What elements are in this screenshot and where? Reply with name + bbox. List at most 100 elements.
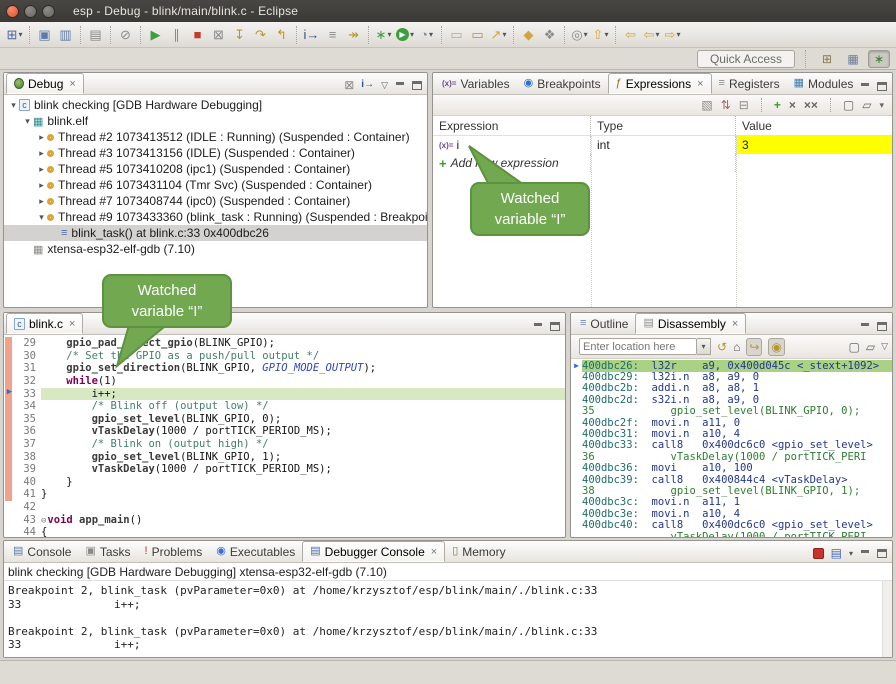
- annotation-ruler[interactable]: [4, 501, 15, 514]
- editor-minimize-icon[interactable]: [533, 322, 543, 331]
- tab-debugger-console[interactable]: ▤Debugger Console×: [302, 541, 445, 562]
- step-into-button[interactable]: ↧: [229, 24, 250, 45]
- pin-view-icon[interactable]: ▱: [862, 98, 871, 112]
- open-project-button[interactable]: ▭: [467, 24, 488, 45]
- annotation-ruler[interactable]: [4, 425, 15, 438]
- window-minimize-button[interactable]: [24, 5, 37, 18]
- instruction-stepping-icon[interactable]: i→: [361, 80, 374, 90]
- refresh-icon[interactable]: ↺: [717, 340, 727, 354]
- show-source-button[interactable]: ≡: [322, 24, 343, 45]
- step-over-button[interactable]: ↷: [250, 24, 271, 45]
- tab-disassembly[interactable]: ▤Disassembly×: [635, 313, 746, 334]
- tree-twisty-icon[interactable]: ▾: [8, 100, 19, 111]
- tab-executables[interactable]: ◉Executables: [209, 541, 302, 562]
- flash-dropdown-icon[interactable]: ▾: [502, 30, 506, 39]
- home-icon[interactable]: ⌂: [733, 340, 740, 354]
- annotation-ruler[interactable]: [4, 400, 15, 413]
- expr-maximize-icon[interactable]: [877, 82, 887, 91]
- step-return-button[interactable]: ↰: [271, 24, 292, 45]
- tab-outline[interactable]: ≡Outline: [573, 313, 635, 334]
- tab-breakpoints[interactable]: ◉Breakpoints: [517, 73, 608, 94]
- forward-button[interactable]: ⇨▾: [662, 24, 683, 45]
- remove-all-terminated-icon[interactable]: ⊠: [344, 79, 354, 91]
- save-all-button[interactable]: ▥: [55, 24, 76, 45]
- tab-close-icon[interactable]: ×: [431, 546, 437, 558]
- annotation-ruler[interactable]: [4, 450, 15, 463]
- resume-button[interactable]: ▶: [145, 24, 166, 45]
- tab-problems[interactable]: !Problems: [138, 541, 210, 562]
- debug-tree-item[interactable]: ▾Thread #9 1073433360 (blink_task : Runn…: [4, 209, 427, 225]
- view-menu-icon[interactable]: ▽: [381, 81, 388, 90]
- tab-blink-c-close-icon[interactable]: ×: [69, 318, 75, 330]
- disasm-new-view-icon[interactable]: ▢: [849, 340, 860, 354]
- fold-marker-icon[interactable]: ⊖: [41, 516, 46, 526]
- debug-dropdown-icon[interactable]: ▾: [387, 30, 391, 39]
- debug-tree-item[interactable]: ▸Thread #7 1073408744 (ipc0) (Suspended …: [4, 193, 427, 209]
- annotation-ruler[interactable]: [4, 350, 15, 363]
- console-maximize-icon[interactable]: [877, 549, 887, 558]
- skip-all-breakpoints-button[interactable]: ⊘: [115, 24, 136, 45]
- debug-tree-item[interactable]: ≡blink_task() at blink.c:33 0x400dbc26: [4, 225, 427, 241]
- back-to-last-button[interactable]: ⇦: [620, 24, 641, 45]
- tree-twisty-icon[interactable]: ▸: [36, 180, 47, 191]
- disasm-minimize-icon[interactable]: [860, 322, 870, 331]
- debug-tree-item[interactable]: ▸Thread #3 1073413156 (IDLE) (Suspended …: [4, 145, 427, 161]
- annotation-ruler[interactable]: [4, 438, 15, 451]
- debug-button[interactable]: ∗▾: [373, 24, 394, 45]
- flash-button[interactable]: ↗▾: [488, 24, 509, 45]
- console-scrollbar[interactable]: [882, 581, 892, 657]
- tree-twisty-icon[interactable]: ▸: [36, 132, 47, 143]
- run-dropdown-icon[interactable]: ▾: [410, 30, 414, 39]
- instruction-stepping-button[interactable]: i→: [301, 24, 322, 45]
- debug-tree-item[interactable]: ▾cblink checking [GDB Hardware Debugging…: [4, 97, 427, 113]
- new-button[interactable]: ⊞▾: [4, 24, 25, 45]
- tab-debug[interactable]: Debug ×: [6, 73, 84, 94]
- tab-console[interactable]: ▤Console: [6, 541, 78, 562]
- disconnect-button[interactable]: ⊠: [208, 24, 229, 45]
- window-maximize-button[interactable]: [42, 5, 55, 18]
- debug-tree-item[interactable]: ▦xtensa-esp32-elf-gdb (7.10): [4, 241, 427, 257]
- console-display-dropdown-icon[interactable]: ▾: [849, 549, 853, 558]
- disasm-maximize-icon[interactable]: [877, 322, 887, 331]
- console-minimize-icon[interactable]: [860, 549, 870, 558]
- remove-expression-icon[interactable]: ×: [789, 98, 796, 112]
- add-expression-icon[interactable]: +: [774, 98, 781, 112]
- annotation-ruler[interactable]: [4, 463, 15, 476]
- tree-twisty-icon[interactable]: ▸: [36, 148, 47, 159]
- annotation-ruler[interactable]: [4, 513, 15, 526]
- cpp-perspective-button[interactable]: ▦: [842, 50, 864, 68]
- back-button[interactable]: ⇦▾: [641, 24, 662, 45]
- forward-dropdown-icon[interactable]: ▾: [676, 30, 680, 39]
- tree-twisty-icon[interactable]: ▸: [36, 164, 47, 175]
- annotation-ruler[interactable]: [4, 337, 15, 350]
- tree-twisty-icon[interactable]: ▾: [36, 212, 47, 223]
- debug-perspective-button[interactable]: ∗: [868, 50, 890, 68]
- annotation-ruler[interactable]: [4, 375, 15, 388]
- editor-maximize-icon[interactable]: [550, 322, 560, 331]
- use-step-filters-button[interactable]: ↠: [343, 24, 364, 45]
- breakpoint-pc-icon[interactable]: ▶: [4, 387, 15, 397]
- back-dropdown-icon[interactable]: ▾: [655, 30, 659, 39]
- external-tools-dropdown-icon[interactable]: ▾: [429, 30, 433, 39]
- last-edit-location-dropdown-icon[interactable]: ▾: [604, 30, 608, 39]
- annotation-ruler[interactable]: [4, 362, 15, 375]
- expr-minimize-icon[interactable]: [860, 82, 870, 91]
- debug-tree-item[interactable]: ▸Thread #2 1073413512 (IDLE : Running) (…: [4, 129, 427, 145]
- annotation-ruler[interactable]: ▶: [4, 387, 15, 400]
- annotation-ruler[interactable]: [4, 526, 15, 537]
- window-close-button[interactable]: [6, 5, 19, 18]
- location-dropdown-icon[interactable]: ▾: [697, 338, 711, 355]
- location-input[interactable]: Enter location here: [579, 338, 697, 355]
- save-button[interactable]: ▣: [34, 24, 55, 45]
- tab-blink-c[interactable]: c blink.c ×: [6, 313, 83, 334]
- tab-expressions[interactable]: ƒExpressions×: [608, 73, 712, 94]
- disassembly-listing[interactable]: ▶400dbc26: l32r a9, 0x400d045c <_stext+1…: [571, 359, 892, 537]
- debug-tree-item[interactable]: ▸Thread #6 1073431104 (Tmr Svc) (Suspend…: [4, 177, 427, 193]
- tab-debug-close-icon[interactable]: ×: [69, 78, 75, 90]
- annotation-ruler[interactable]: [4, 476, 15, 489]
- new-project-button[interactable]: ▭: [446, 24, 467, 45]
- run-button[interactable]: ▶▾: [394, 24, 416, 45]
- sort-icon[interactable]: ⇅: [721, 98, 731, 112]
- tab-memory[interactable]: ▯Memory: [445, 541, 512, 562]
- tree-twisty-icon[interactable]: ▸: [36, 196, 47, 207]
